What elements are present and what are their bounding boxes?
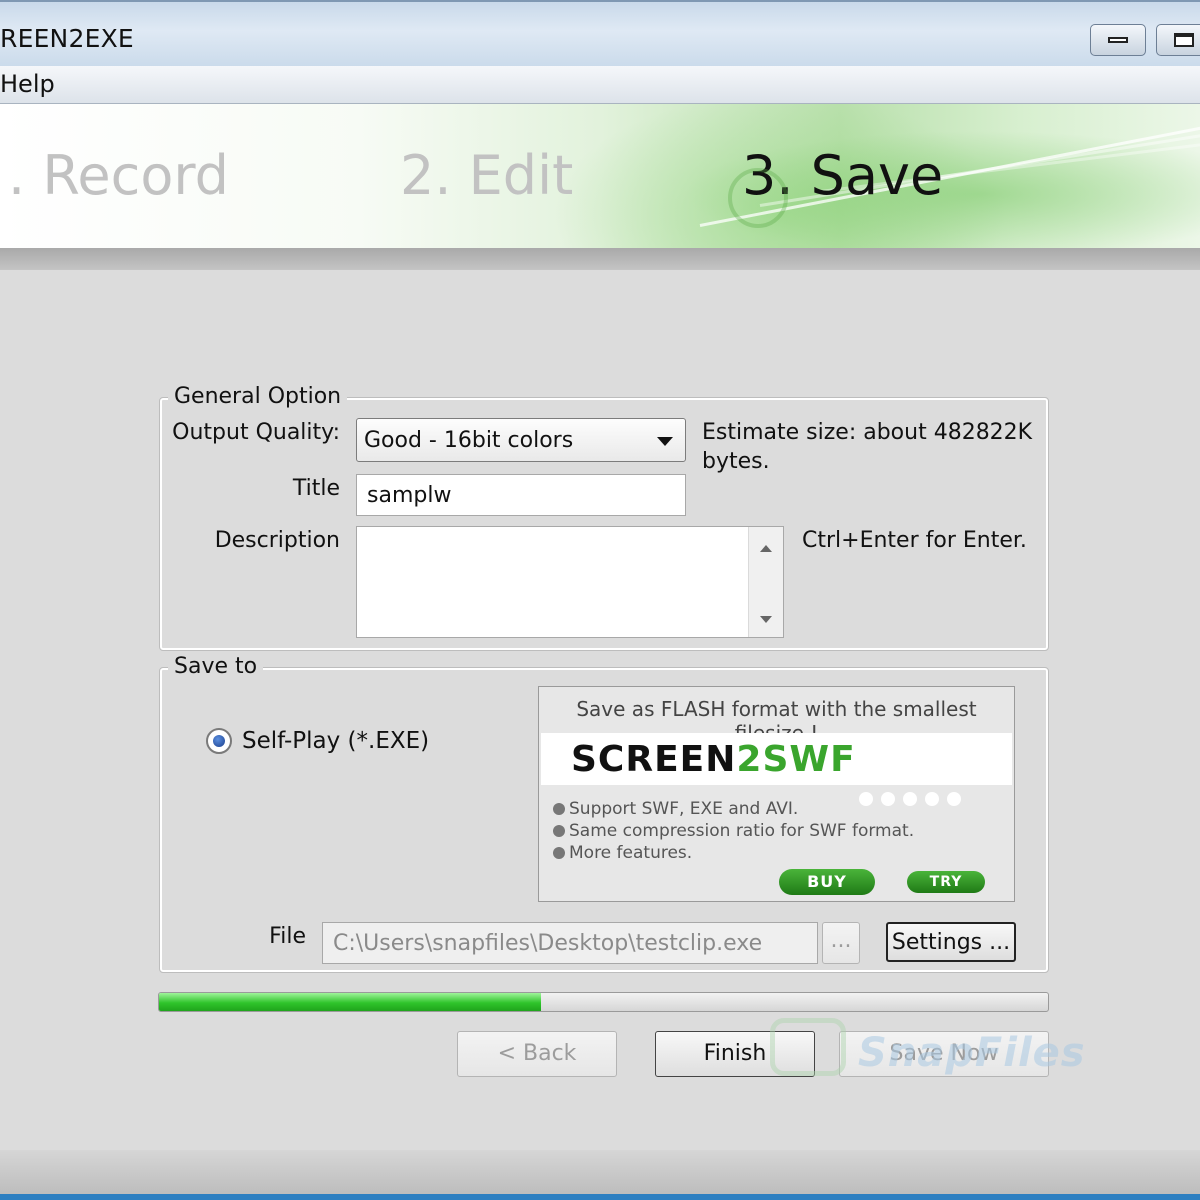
file-label: File bbox=[269, 924, 306, 949]
promo-feature: Same compression ratio for SWF format. bbox=[553, 821, 914, 841]
description-textarea[interactable] bbox=[356, 526, 784, 638]
promo-feature: Support SWF, EXE and AVI. bbox=[553, 799, 798, 819]
menu-bar: Help bbox=[0, 66, 1200, 104]
browse-button[interactable]: ... bbox=[822, 922, 860, 964]
progress-fill bbox=[159, 993, 542, 1011]
window-titlebar: REEN2EXE bbox=[0, 0, 1200, 66]
radio-selected-dot bbox=[213, 735, 225, 747]
step-record: . Record bbox=[8, 144, 229, 207]
promo-feature: More features. bbox=[553, 843, 692, 863]
settings-button[interactable]: Settings ... bbox=[886, 922, 1016, 962]
description-hint: Ctrl+Enter for Enter. bbox=[802, 528, 1027, 553]
promo-banner[interactable]: Save as FLASH format with the smallest f… bbox=[538, 686, 1015, 902]
wizard-banner: . Record 2. Edit 3. Save bbox=[0, 104, 1200, 248]
minimize-icon bbox=[1108, 37, 1128, 43]
promo-dots bbox=[859, 791, 969, 810]
save-to-legend: Save to bbox=[168, 654, 264, 679]
description-scrollbar[interactable] bbox=[748, 527, 783, 637]
chevron-down-icon bbox=[657, 437, 673, 446]
minimize-button[interactable] bbox=[1090, 24, 1146, 56]
self-play-radio[interactable] bbox=[206, 728, 232, 754]
banner-divider bbox=[0, 248, 1200, 270]
title-value: samplw bbox=[367, 483, 452, 508]
snapfiles-logo-icon bbox=[770, 1018, 846, 1076]
general-option-legend: General Option bbox=[168, 384, 348, 409]
estimate-size-text: Estimate size: about 482822K bbox=[702, 420, 1033, 445]
snapfiles-watermark: SnapFiles bbox=[858, 1030, 1086, 1076]
output-quality-value: Good - 16bit colors bbox=[364, 428, 574, 453]
scroll-up-icon[interactable] bbox=[760, 545, 772, 552]
screen2swf-logo: SCREEN2SWF bbox=[571, 739, 856, 780]
maximize-icon bbox=[1174, 33, 1194, 47]
estimate-size-unit: bytes. bbox=[702, 449, 770, 474]
banner-gear-icon bbox=[728, 168, 788, 228]
file-path-value: C:\Users\snapfiles\Desktop\testclip.exe bbox=[333, 931, 763, 956]
title-input[interactable]: samplw bbox=[356, 474, 686, 516]
buy-button[interactable]: BUY bbox=[779, 869, 875, 895]
output-quality-select[interactable]: Good - 16bit colors bbox=[356, 418, 686, 462]
self-play-label[interactable]: Self-Play (*.EXE) bbox=[242, 728, 429, 754]
try-button[interactable]: TRY bbox=[907, 871, 985, 893]
title-label: Title bbox=[292, 476, 340, 501]
promo-logo-band: SCREEN2SWF bbox=[541, 733, 1012, 785]
maximize-button[interactable] bbox=[1156, 24, 1200, 56]
step-edit: 2. Edit bbox=[400, 144, 574, 207]
file-path-input[interactable]: C:\Users\snapfiles\Desktop\testclip.exe bbox=[322, 922, 818, 964]
window-bottom-edge bbox=[0, 1150, 1200, 1200]
menu-item-help[interactable]: Help bbox=[0, 70, 55, 98]
window-title: REEN2EXE bbox=[0, 24, 134, 53]
output-quality-label: Output Quality: bbox=[172, 420, 340, 445]
save-progress-bar bbox=[158, 992, 1049, 1012]
scroll-down-icon[interactable] bbox=[760, 616, 772, 623]
back-button[interactable]: < Back bbox=[457, 1031, 617, 1077]
description-label: Description bbox=[214, 528, 340, 553]
